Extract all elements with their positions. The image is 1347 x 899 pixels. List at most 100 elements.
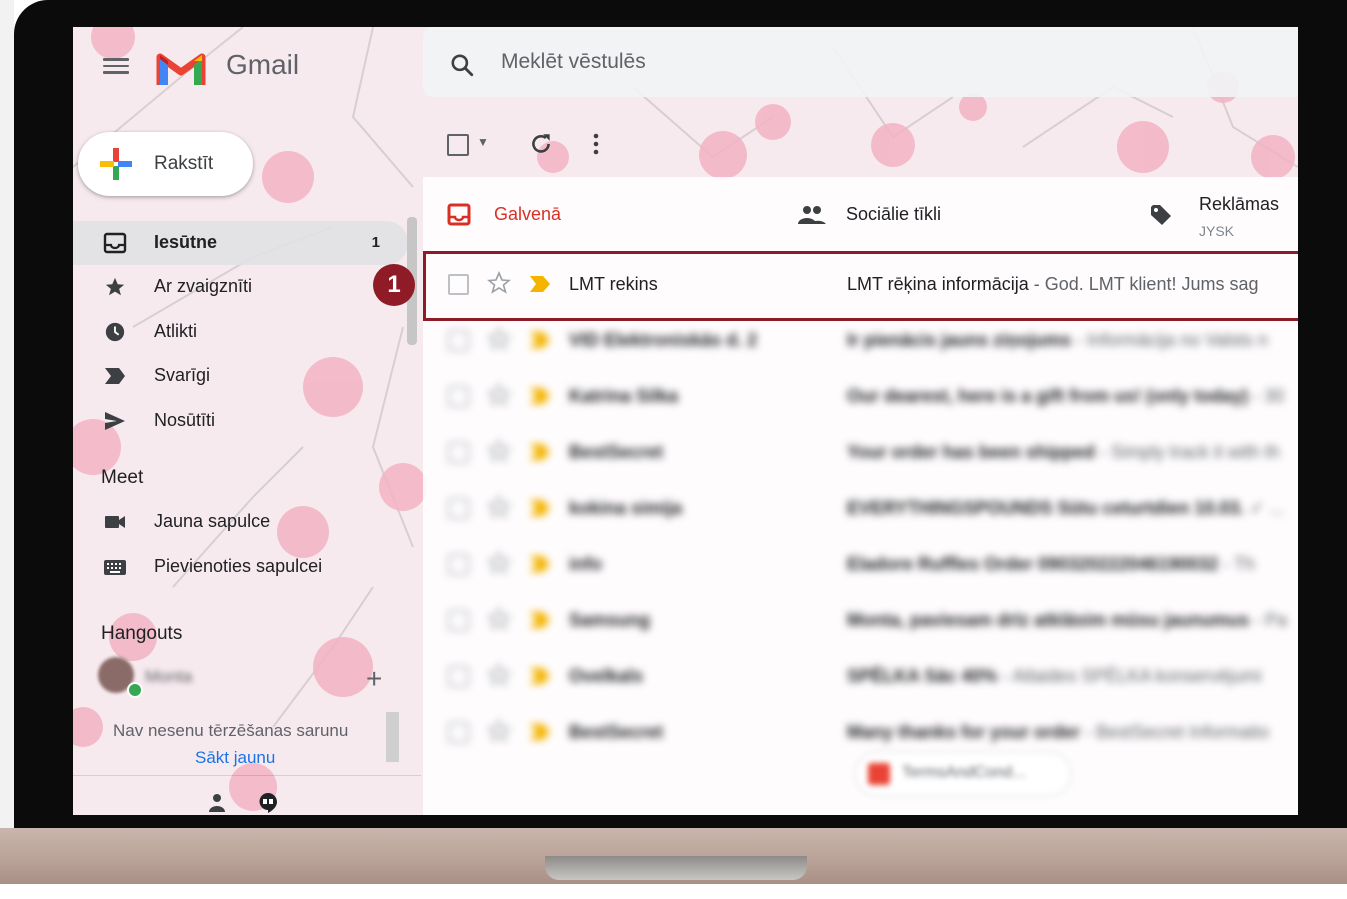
sidebar-item-snoozed[interactable]: Atlikti (73, 310, 408, 354)
sidebar-item-label: Atlikti (154, 321, 198, 341)
star-outline-icon[interactable] (487, 383, 511, 407)
star-outline-icon[interactable] (487, 719, 511, 743)
tag-icon (1151, 205, 1171, 225)
email-snippet: ✓ ... (1244, 498, 1285, 518)
laptop-notch (545, 856, 807, 880)
video-icon (105, 516, 125, 528)
important-marker-icon[interactable] (529, 611, 551, 629)
mail-list: Galvenā Sociālie tīkli Reklāmas JYSK LMT… (423, 177, 1298, 815)
email-subject: EVERYTHINGSPOUNDS Sūtu ceturtdien 10.03.… (847, 498, 1285, 518)
important-marker-icon[interactable] (529, 723, 551, 741)
select-all-checkbox[interactable] (447, 134, 469, 156)
add-chat-icon[interactable]: + (366, 663, 382, 695)
app-title: Gmail (226, 49, 300, 80)
gmail-logo-icon[interactable] (156, 47, 206, 87)
star-icon (105, 277, 125, 296)
sidebar-item-new-meeting[interactable]: Jauna sapulce (73, 500, 408, 544)
select-dropdown-icon[interactable]: ▼ (477, 135, 489, 149)
tab-label: Sociālie tīkli (846, 204, 942, 224)
online-status-icon (127, 682, 143, 698)
row-checkbox[interactable] (448, 498, 469, 519)
row-checkbox[interactable] (448, 666, 469, 687)
star-outline-icon[interactable] (487, 495, 511, 519)
more-options-icon[interactable] (591, 131, 601, 157)
no-chats-text: Nav nesenu tērzēšanas sarunu (113, 721, 349, 740)
meet-section-title: Meet (101, 467, 144, 488)
important-marker-icon[interactable] (529, 387, 551, 405)
inbox-icon (447, 203, 471, 226)
email-snippet: - 30 (1248, 386, 1285, 406)
email-row[interactable]: BestSecret Your order has been shipped -… (423, 424, 1298, 480)
important-marker-icon[interactable] (529, 555, 551, 573)
sidebar-item-label: Nosūtīti (154, 410, 216, 430)
row-checkbox[interactable] (448, 330, 469, 351)
tab-social[interactable]: Sociālie tīkli (773, 177, 1123, 251)
email-sender: BestSecret (569, 442, 664, 462)
send-icon (105, 412, 125, 430)
tab-primary[interactable]: Galvenā (423, 177, 773, 251)
hangouts-icon[interactable] (257, 792, 279, 814)
star-outline-icon[interactable] (487, 663, 511, 687)
row-checkbox[interactable] (448, 386, 469, 407)
email-row[interactable]: kokina simija EVERYTHINGSPOUNDS Sūtu cet… (423, 480, 1298, 536)
sidebar-item-important[interactable]: Svarīgi (73, 354, 408, 398)
email-row[interactable]: info Eladore Ruffles Order 0903202220461… (423, 536, 1298, 592)
star-outline-icon[interactable] (487, 327, 511, 351)
highlight-box (423, 251, 1298, 321)
star-outline-icon[interactable] (487, 439, 511, 463)
email-subject: Monta, paviesam drīz atklāsim mūsu jaunu… (847, 610, 1288, 630)
compose-button[interactable]: Rakstīt (78, 132, 253, 196)
refresh-icon[interactable] (528, 131, 554, 157)
important-marker-icon[interactable] (529, 667, 551, 685)
sidebar-item-inbox[interactable]: Iesūtne 1 (73, 221, 408, 265)
email-snippet: - Th (1218, 554, 1255, 574)
step-badge: 1 (373, 264, 415, 306)
sidebar-item-label: Svarīgi (154, 365, 211, 385)
email-row[interactable]: Samsung Monta, paviesam drīz atklāsim mū… (423, 592, 1298, 648)
important-marker-icon[interactable] (529, 499, 551, 517)
email-sender: Samsung (569, 610, 651, 630)
email-sender: Ovelkals (569, 666, 644, 686)
star-outline-icon[interactable] (487, 607, 511, 631)
sidebar-item-join-meeting[interactable]: Pievienoties sapulcei (73, 545, 408, 589)
main-menu-icon[interactable] (103, 55, 129, 75)
background-strip (0, 0, 14, 830)
email-sender: BestSecret (569, 722, 664, 742)
email-snippet: - Atlaides SPĒLKA konservējumi (997, 666, 1262, 686)
keyboard-icon (104, 560, 126, 575)
sidebar-item-starred[interactable]: Ar zvaigznīti (73, 265, 408, 309)
hangouts-bottom-bar (73, 775, 421, 815)
search-input[interactable] (499, 49, 1103, 75)
sidebar-item-sent[interactable]: Nosūtīti (73, 399, 408, 443)
email-row[interactable]: BestSecret Many thanks for your order - … (423, 704, 1298, 760)
search-icon[interactable] (449, 52, 475, 78)
start-new-chat-link[interactable]: Sākt jaunu (195, 748, 275, 768)
important-icon (105, 368, 125, 384)
attachment-chip[interactable]: TermsAndCond... (855, 752, 1071, 796)
important-marker-icon[interactable] (529, 443, 551, 461)
star-outline-icon[interactable] (487, 551, 511, 575)
email-row[interactable]: Ovelkals SPĒLKA Sāc 40% - Atlaides SPĒLK… (423, 648, 1298, 704)
email-snippet: - BestSecret Informatio (1080, 722, 1270, 742)
email-row[interactable]: Katrina Silka Our dearest, here is a gif… (423, 368, 1298, 424)
email-subject: Our dearest, here is a gift from us! (on… (847, 386, 1285, 406)
email-sender: info (569, 554, 602, 574)
email-subject: Eladore Ruffles Order 090320222046190032… (847, 554, 1255, 574)
tab-label: Galvenā (494, 204, 562, 224)
row-checkbox[interactable] (448, 554, 469, 575)
row-checkbox[interactable] (448, 442, 469, 463)
important-marker-icon[interactable] (529, 331, 551, 349)
row-checkbox[interactable] (448, 610, 469, 631)
email-subject: SPĒLKA Sāc 40% - Atlaides SPĒLKA konserv… (847, 666, 1262, 686)
row-checkbox[interactable] (448, 722, 469, 743)
unread-count: 1 (371, 234, 380, 251)
compose-label: Rakstīt (154, 153, 214, 174)
clock-icon (105, 322, 125, 342)
hangout-contact-name[interactable]: Monta (145, 667, 192, 687)
person-icon[interactable] (207, 792, 227, 814)
email-sender: kokina simija (569, 498, 683, 518)
email-snippet: - Simply track it with th (1094, 442, 1280, 462)
chat-scrollbar[interactable] (386, 712, 399, 762)
search-bar[interactable] (423, 27, 1298, 97)
tab-promotions[interactable]: Reklāmas JYSK (1123, 177, 1298, 251)
